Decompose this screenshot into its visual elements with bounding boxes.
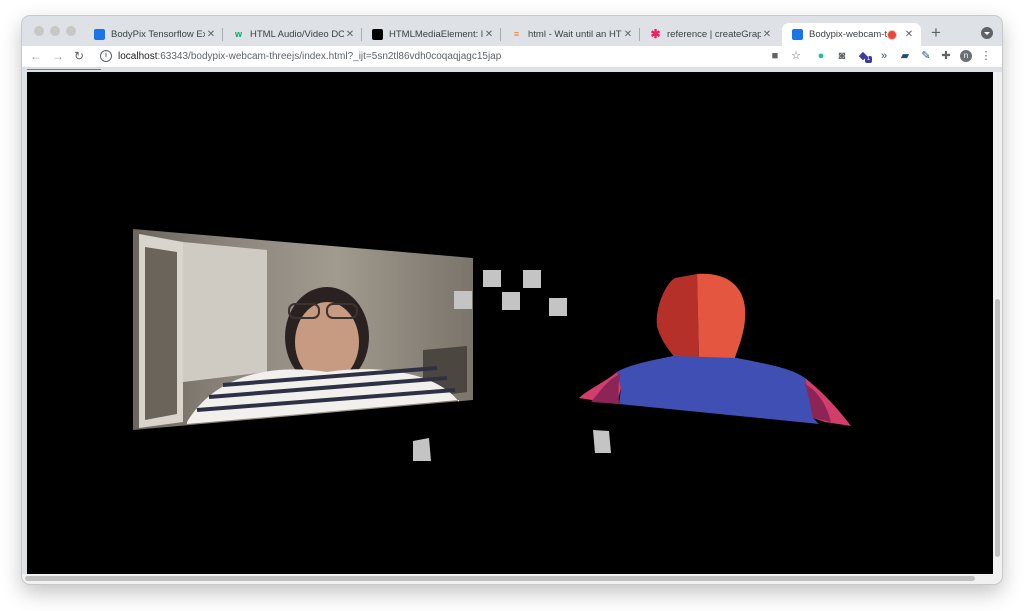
bodypix-segmentation-mesh [579,273,851,426]
tab-title: Bodypix-webcam-threejs [809,29,887,40]
divider [27,69,101,70]
tab-title: HTML Audio/Video DOM loadeddata [250,29,344,40]
tab-bodypix-example[interactable]: BodyPix Tensorflow Example ✕ [84,23,223,46]
tab-html-audio-video[interactable]: w HTML Audio/Video DOM loadeddata ✕ [223,23,362,46]
grammarly-icon[interactable]: ● [815,50,827,62]
url-host: localhost [118,50,158,62]
tab-title: reference | createGraphics() [667,29,761,40]
stackoverflow-icon: ≡ [513,29,520,39]
tensorflow-icon [94,29,105,40]
p5js-icon: ✱ [650,27,661,41]
bookmark-icon[interactable]: ▰ [899,50,911,62]
vertical-scrollbar[interactable] [993,72,1002,574]
back-icon[interactable]: ← [30,49,42,63]
horizontal-scrollbar[interactable] [22,574,1002,584]
webcam-video-plane [133,229,473,430]
double-chevron-icon[interactable]: » [878,50,890,62]
profile-avatar[interactable]: n [960,50,972,62]
camera-in-use-icon[interactable]: ■ [769,50,781,62]
minimize-window-button[interactable] [50,26,60,36]
tab-title: BodyPix Tensorflow Example [111,29,205,40]
tab-title: HTMLMediaElement: loadeddata [389,29,483,40]
tab-strip: BodyPix Tensorflow Example ✕ w HTML Audi… [22,16,1002,46]
pen-icon[interactable]: ✎ [920,50,932,62]
screenshot-icon[interactable]: ◙ [836,50,848,62]
tab-search-icon[interactable] [981,27,993,39]
bookmark-star-icon[interactable]: ☆ [790,50,802,62]
puzzle-icon[interactable]: ✚ [940,50,952,62]
tab-bodypix-webcam-threejs[interactable]: Bodypix-webcam-threejs ✕ [782,23,921,46]
reload-icon[interactable]: ↻ [74,49,84,63]
tab-title: html - Wait until an HTML5 video loads [528,29,622,40]
w3schools-icon: w [234,29,242,39]
threejs-scene [133,229,851,461]
recording-icon [887,29,897,40]
browser-window: BodyPix Tensorflow Example ✕ w HTML Audi… [22,16,1002,584]
forward-icon[interactable]: → [52,49,64,63]
close-icon[interactable]: ✕ [761,29,773,40]
vertical-scroll-thumb[interactable] [995,299,1000,557]
url-path: :63343/bodypix-webcam-threejs/index.html… [157,50,502,62]
horizontal-scroll-thumb[interactable] [25,576,975,581]
new-tab-button[interactable]: + [931,24,941,41]
tab-p5js-reference[interactable]: ✱ reference | createGraphics() ✕ [640,23,779,46]
site-info-icon[interactable]: i [100,50,112,62]
close-icon[interactable]: ✕ [903,29,915,40]
tab-htmlmediaelement[interactable]: HTMLMediaElement: loadeddata ✕ [362,23,501,46]
toolbar: ← → ↻ i localhost :63343/bodypix-webcam-… [22,46,1002,68]
menu-icon[interactable]: ⋮ [980,50,992,62]
close-icon[interactable]: ✕ [622,29,634,40]
close-icon[interactable]: ✕ [344,29,356,40]
extension-badge: 1 [865,56,872,63]
close-window-button[interactable] [34,26,44,36]
webgl-canvas[interactable] [27,72,993,574]
zoom-window-button[interactable] [66,26,76,36]
address-bar[interactable]: i localhost :63343/bodypix-webcam-threej… [96,46,816,66]
close-icon[interactable]: ✕ [205,29,217,40]
tab-stackoverflow[interactable]: ≡ html - Wait until an HTML5 video loads… [501,23,640,46]
close-icon[interactable]: ✕ [483,29,495,40]
mdn-icon [372,29,383,40]
tensorflow-icon [792,29,803,40]
